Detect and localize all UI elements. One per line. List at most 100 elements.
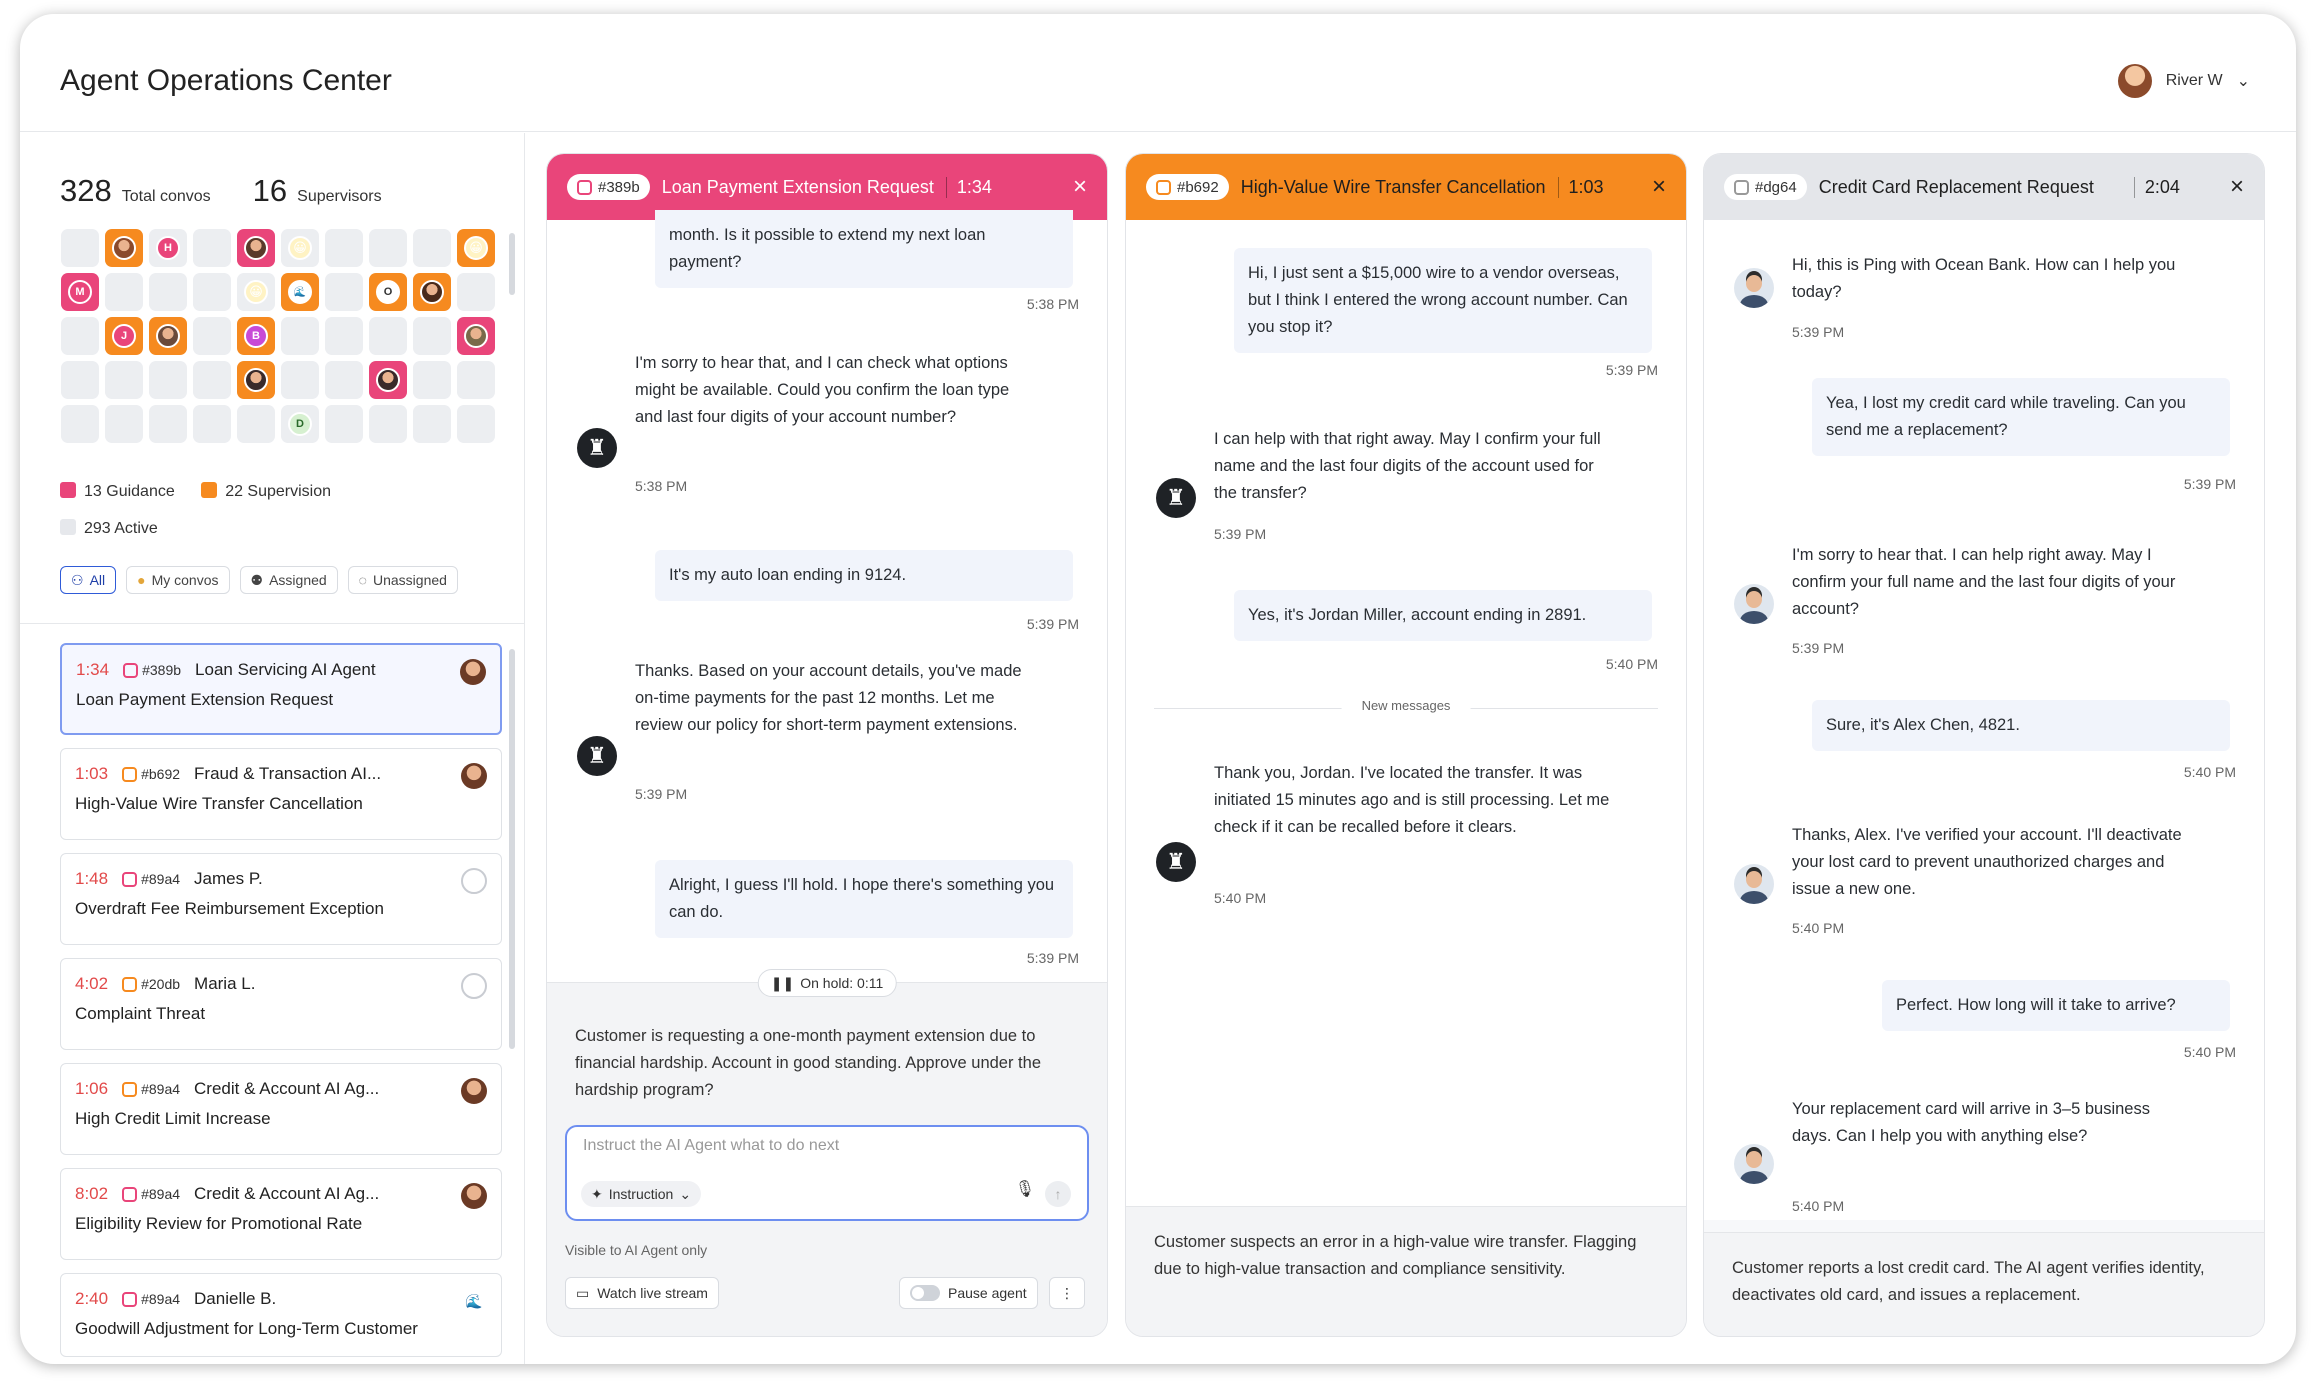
grid-cell[interactable] [149,317,187,356]
conversation-panel-loan: #389b Loan Payment Extension Request 1:3… [546,153,1108,1337]
grid-cell[interactable] [369,361,407,400]
grid-cell[interactable] [237,405,275,444]
message-time: 5:40 PM [1605,656,1658,672]
agent-avatar [1734,864,1774,904]
letter-avatar: J [112,324,136,349]
grid-cell[interactable]: M [61,273,99,312]
grid-cell[interactable] [325,405,363,444]
pause-agent-toggle[interactable]: Pause agent [899,1277,1038,1309]
conversation-card[interactable]: 1:48 #89a4 James P. Overdraft Fee Reimburse… [60,853,502,945]
filter-my-convos[interactable]: ● My convos [126,566,230,594]
conversation-card[interactable]: 8:02 #89a4 Credit & Account AI Ag... Eligib… [60,1168,502,1260]
photo-avatar [244,236,268,260]
grid-cell[interactable]: 🌊 [281,273,319,312]
grid-cell[interactable] [105,229,143,267]
grid-cell[interactable] [149,361,187,400]
grid-cell[interactable] [61,405,99,444]
pause-label: Pause agent [948,1284,1027,1301]
people-icon: ⚇ [71,571,84,588]
conversation-card[interactable]: 1:34 #389b Loan Servicing AI Agent Loan Pay… [60,643,502,735]
grid-cell[interactable] [193,405,231,444]
card-agent: Fraud & Transaction AI... [194,764,382,783]
grid-cell[interactable] [149,405,187,444]
panel-timer: 1:03 [1557,176,1604,198]
grid-cell[interactable]: J [105,317,143,356]
status-ring-icon [1734,179,1749,195]
letter-avatar: B [244,324,268,349]
grid-cell[interactable] [105,405,143,444]
grid-cell[interactable] [325,273,363,312]
grid-cell[interactable]: 😀 [457,229,495,267]
grid-cell[interactable] [369,317,407,356]
grid-cell[interactable] [457,273,495,312]
grid-cell[interactable]: O [369,273,407,312]
unassigned-user-icon [461,973,487,999]
grid-cell[interactable] [61,361,99,400]
grid-cell[interactable] [237,229,275,267]
filter-assigned[interactable]: ⚉ Assigned [239,566,338,594]
grid-cell[interactable] [281,361,319,400]
grid-cell[interactable] [237,361,275,400]
grid-cell[interactable]: 😀 [237,273,275,312]
photo-avatar [420,280,444,305]
conversation-card[interactable]: 1:03 #b692 Fraud & Transaction AI... High-V… [60,748,502,840]
photo-avatar [464,324,488,349]
grid-cell[interactable]: B [237,317,275,356]
total-convos-count: 328 [60,173,112,208]
conversation-card[interactable]: 1:06 #89a4 Credit & Account AI Ag... High C… [60,1063,502,1155]
list-scrollbar[interactable] [509,649,515,1049]
close-icon[interactable]: × [1073,173,1087,201]
send-arrow-icon[interactable]: ↑ [1045,1181,1071,1207]
top-bar: Agent Operations Center River W ⌄ [20,14,2296,132]
grid-cell[interactable] [281,317,319,356]
grid-cell[interactable] [413,273,451,312]
grid-cell[interactable] [61,317,99,356]
grid-cell[interactable] [413,361,451,400]
message-time: 5:39 PM [2183,476,2236,492]
supervisors-count: 16 [252,173,288,208]
grid-cell[interactable] [325,361,363,400]
more-options-button[interactable]: ⋮ [1049,1277,1085,1309]
status-ring-icon [577,179,592,195]
photo-avatar [156,324,180,349]
close-icon[interactable]: × [2230,173,2244,201]
grid-cell[interactable] [105,361,143,400]
grid-cell[interactable]: H [149,229,187,267]
grid-scrollbar[interactable] [509,233,515,295]
grid-cell[interactable] [413,229,451,267]
grid-cell[interactable] [105,273,143,312]
grid-cell[interactable] [369,229,407,267]
grid-cell[interactable] [413,317,451,356]
close-icon[interactable]: × [1652,173,1666,201]
grid-cell[interactable]: 😀 [281,229,319,267]
agent-message: Thanks. Based on your account details, y… [635,662,1022,734]
grid-cell[interactable] [193,361,231,400]
filter-unassigned[interactable]: ◌ Unassigned [347,566,458,594]
conversation-card[interactable]: 2:40 #89a4 Danielle B. Goodwill Adjustment … [60,1273,502,1357]
filter-all[interactable]: ⚇ All [60,566,117,594]
grid-cell[interactable] [193,317,231,356]
grid-cell[interactable] [457,361,495,400]
grid-cell[interactable] [149,273,187,312]
grid-cell[interactable] [325,317,363,356]
watch-live-stream-button[interactable]: ▭ Watch live stream [565,1277,719,1309]
grid-cell[interactable] [457,317,495,356]
card-agent: James P. [194,869,263,888]
grid-cell[interactable]: D [281,405,319,444]
conversation-id: #b692 [1177,178,1219,196]
instruction-type-select[interactable]: ✦ Instruction ⌄ [581,1181,702,1207]
mic-icon[interactable]: 🎙 [1015,1176,1035,1203]
conversation-card[interactable]: 4:02 #20db Maria L. Complaint Threat [60,958,502,1050]
grid-cell[interactable] [193,273,231,312]
grid-cell[interactable] [413,405,451,444]
user-menu[interactable]: River W ⌄ [2117,64,2250,98]
conversation-id-badge: #b692 [1146,174,1229,200]
grid-cell[interactable] [457,405,495,444]
grid-cell[interactable] [369,405,407,444]
agent-avatar [461,1078,487,1104]
letter-avatar: D [288,412,312,437]
grid-cell[interactable] [325,229,363,267]
grid-cell[interactable] [193,229,231,267]
grid-cell[interactable] [61,229,99,267]
instruction-input[interactable] [583,1137,1023,1155]
